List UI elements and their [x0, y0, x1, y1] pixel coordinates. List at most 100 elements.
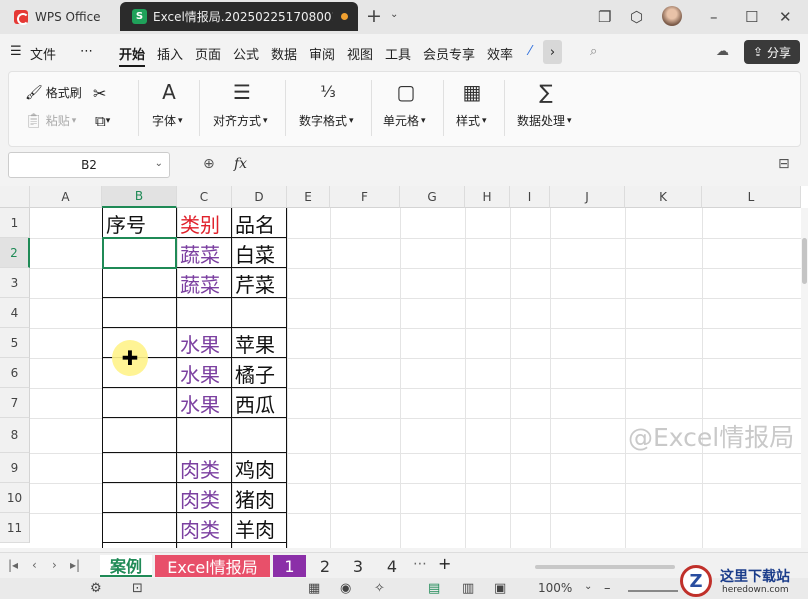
name-box[interactable]: B2 ⌄ — [8, 152, 170, 178]
formula-input[interactable] — [258, 152, 778, 178]
chevron-down-icon[interactable]: ⌄ — [584, 581, 592, 592]
document-tab[interactable]: S Excel情报局.202502251708001 — [120, 2, 358, 31]
column-header-e[interactable]: E — [287, 186, 330, 208]
cell-d5[interactable]: 苹果 — [232, 328, 286, 358]
cell-c2[interactable]: 蔬菜 — [177, 238, 231, 268]
column-header-j[interactable]: J — [550, 186, 625, 208]
cell-button[interactable]: 单元格 ▾ — [383, 112, 426, 129]
cell-icon[interactable]: ▢ — [386, 80, 426, 104]
select-all-corner[interactable] — [0, 186, 30, 208]
menu-formula[interactable]: 公式 — [233, 44, 259, 63]
row-header-9[interactable]: 9 — [0, 453, 30, 483]
zoom-slider[interactable] — [628, 590, 678, 592]
column-header-a[interactable]: A — [30, 186, 102, 208]
cell-d3[interactable]: 芹菜 — [232, 268, 286, 298]
cell-c1[interactable]: 类别 — [177, 208, 231, 238]
maximize-icon[interactable]: ☐ — [745, 8, 758, 26]
menu-efficiency[interactable]: 效率 — [487, 44, 513, 63]
cell-c11[interactable]: 肉类 — [177, 513, 231, 543]
page-break-icon[interactable]: ▣ — [494, 581, 506, 596]
number-format-button[interactable]: 数字格式 ▾ — [299, 112, 354, 129]
plus-icon[interactable]: + — [366, 5, 382, 27]
row-header-7[interactable]: 7 — [0, 388, 30, 418]
align-button[interactable]: 对齐方式 ▾ — [213, 112, 268, 129]
column-header-h[interactable]: H — [465, 186, 510, 208]
page-layout-icon[interactable]: ▥ — [462, 581, 474, 596]
column-header-l[interactable]: L — [702, 186, 801, 208]
row-header-11[interactable]: 11 — [0, 513, 30, 543]
more-sheets-icon[interactable]: ⋯ — [413, 556, 427, 572]
menu-member[interactable]: 会员专享 — [423, 44, 475, 63]
copy-icon[interactable]: ⧉ ▾ — [95, 112, 110, 130]
menu-tools[interactable]: 工具 — [385, 44, 411, 63]
prev-sheet-icon[interactable]: ‹ — [32, 558, 37, 572]
cell-d11[interactable]: 羊肉 — [232, 513, 286, 543]
menu-file[interactable]: 文件 — [30, 44, 56, 63]
format-painter-button[interactable]: 🖌︎ 格式刷 — [25, 84, 82, 101]
sheet-tab-1[interactable]: 1 — [273, 555, 306, 577]
cloud-icon[interactable]: ☁ — [716, 44, 729, 59]
row-header-2[interactable]: 2 — [0, 238, 30, 268]
search-icon[interactable]: ⌕ — [590, 44, 597, 59]
column-header-g[interactable]: G — [400, 186, 465, 208]
window-restore-icon[interactable]: ❐ — [598, 8, 611, 26]
more-menu-icon[interactable]: ⋯ — [80, 44, 93, 59]
align-icon[interactable]: ☰ — [222, 80, 262, 104]
menu-page[interactable]: 页面 — [195, 44, 221, 63]
zoom-level[interactable]: 100% — [538, 581, 572, 595]
chevron-down-icon[interactable]: ⌄ — [155, 158, 163, 169]
cell-c9[interactable]: 肉类 — [177, 453, 231, 483]
next-sheet-icon[interactable]: › — [52, 558, 57, 572]
row-header-8[interactable]: 8 — [0, 418, 30, 453]
add-sheet-icon[interactable]: + — [438, 554, 451, 573]
page-setup-icon[interactable]: ⊡ — [132, 581, 143, 596]
row-header-10[interactable]: 10 — [0, 483, 30, 513]
cell-d1[interactable]: 品名 — [232, 208, 286, 238]
sheet-tab-2[interactable]: 2 — [310, 555, 340, 577]
sheet-tab-excel[interactable]: Excel情报局 — [155, 555, 270, 577]
table-icon[interactable]: ▦ — [308, 581, 320, 596]
avatar[interactable] — [662, 6, 682, 26]
zoom-search-icon[interactable]: ⊕ — [203, 156, 215, 172]
menu-home[interactable]: 开始 — [119, 44, 145, 63]
horizontal-scrollbar[interactable] — [535, 565, 675, 569]
cell-c7[interactable]: 水果 — [177, 388, 231, 418]
cube-icon[interactable]: ⬡ — [630, 8, 643, 26]
font-icon[interactable]: A — [149, 80, 189, 104]
close-icon[interactable]: ✕ — [779, 8, 792, 26]
menu-review[interactable]: 审阅 — [309, 44, 335, 63]
first-sheet-icon[interactable]: |◂ — [8, 558, 18, 572]
active-cell-b2[interactable] — [102, 237, 177, 269]
cell-c5[interactable]: 水果 — [177, 328, 231, 358]
cell-d9[interactable]: 鸡肉 — [232, 453, 286, 483]
sheet-tab-4[interactable]: 4 — [377, 555, 407, 577]
style-icon[interactable]: ▦ — [452, 80, 492, 104]
row-header-3[interactable]: 3 — [0, 268, 30, 298]
cell-d10[interactable]: 猪肉 — [232, 483, 286, 513]
column-header-b[interactable]: B — [102, 186, 177, 208]
sheet-tab-3[interactable]: 3 — [343, 555, 373, 577]
row-header-5[interactable]: 5 — [0, 328, 30, 358]
cell-c10[interactable]: 肉类 — [177, 483, 231, 513]
column-header-i[interactable]: I — [510, 186, 550, 208]
row-header-1[interactable]: 1 — [0, 208, 30, 238]
cell-d2[interactable]: 白菜 — [232, 238, 286, 268]
sheet-tab-case[interactable]: 案例 — [100, 555, 152, 577]
menu-data[interactable]: 数据 — [271, 44, 297, 63]
expand-formula-icon[interactable]: ⊟ — [778, 156, 790, 172]
fx-icon[interactable]: fx — [234, 156, 247, 172]
settings-icon[interactable]: ✧ — [374, 581, 385, 596]
share-button[interactable]: ⇪ 分享 — [744, 40, 800, 64]
menu-insert[interactable]: 插入 — [157, 44, 183, 63]
paste-button[interactable]: 📋︎ 粘贴 ▾ — [25, 112, 76, 129]
wps-home-tab[interactable]: WPS Office — [4, 2, 114, 31]
cell-b1[interactable]: 序号 — [103, 208, 176, 238]
hamburger-icon[interactable]: ☰ — [10, 44, 22, 59]
normal-view-icon[interactable]: ▤ — [428, 581, 440, 596]
chevron-down-icon[interactable]: ⌄ — [390, 9, 398, 20]
sigma-icon[interactable]: ∑ — [526, 80, 566, 104]
cut-icon[interactable]: ✂ — [93, 84, 106, 103]
font-button[interactable]: 字体 ▾ — [152, 112, 183, 129]
vertical-scrollbar[interactable] — [801, 208, 808, 548]
macro-icon[interactable]: ⚙ — [90, 581, 102, 596]
